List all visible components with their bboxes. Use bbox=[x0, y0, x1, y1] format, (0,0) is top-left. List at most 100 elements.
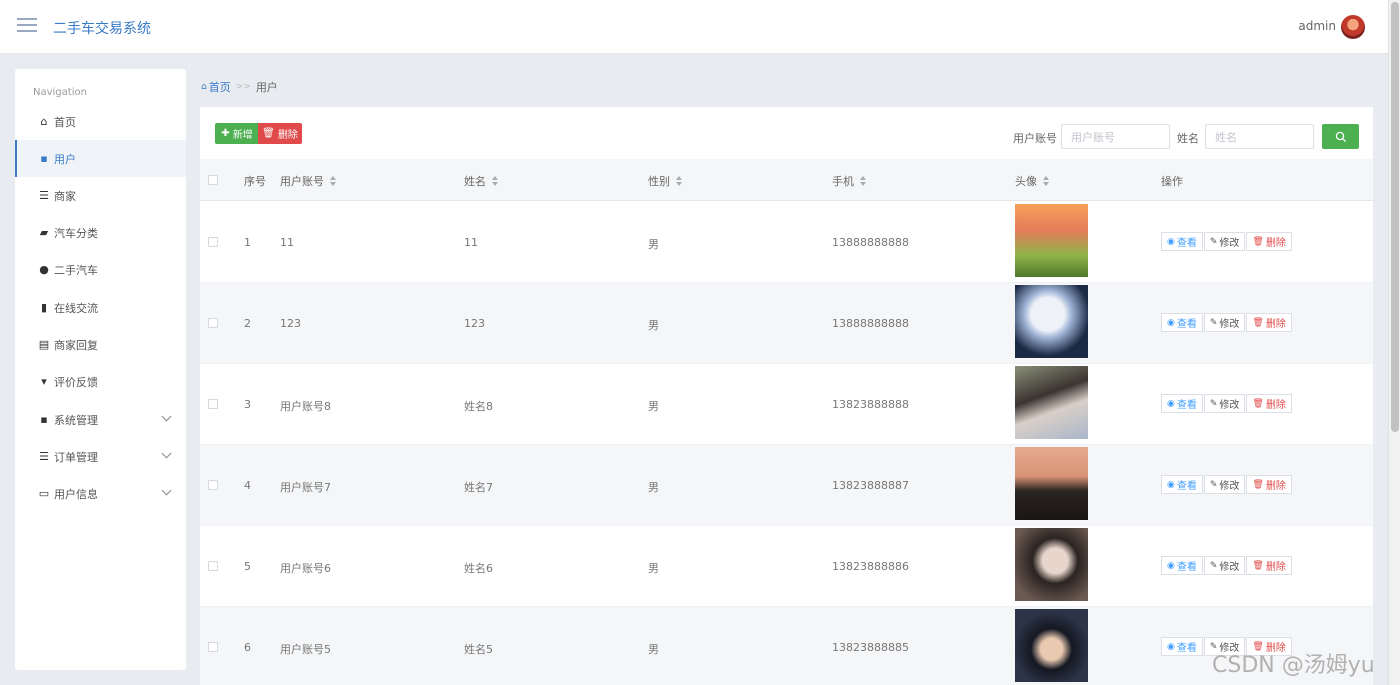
sidebar-item-home[interactable]: ⌂ 首页 bbox=[15, 103, 186, 140]
breadcrumb: ⌂ 首页 >> 用户 bbox=[201, 79, 278, 95]
sidebar-item-user-info[interactable]: ▭ 用户信息 bbox=[15, 475, 186, 512]
sidebar-item-label: 用户信息 bbox=[54, 487, 98, 501]
sidebar-item-users[interactable]: ▪ 用户 bbox=[15, 140, 186, 177]
cell-phone: 13823888886 bbox=[832, 560, 909, 573]
menu-toggle-icon[interactable] bbox=[17, 18, 37, 34]
sidebar-item-used-cars[interactable]: ● 二手汽车 bbox=[15, 251, 186, 288]
plus-icon: ✚ bbox=[221, 128, 230, 139]
sort-icon[interactable] bbox=[860, 176, 867, 186]
sidebar: Navigation ⌂ 首页 ▪ 用户 ☰ 商家 ▰ 汽车分类 ● 二手汽车 ▮ 在线交流… bbox=[15, 69, 186, 670]
page-scrollbar[interactable] bbox=[1388, 0, 1400, 685]
edit-button[interactable]: ✎ 修改 bbox=[1203, 475, 1246, 494]
cell-index: 3 bbox=[244, 398, 251, 411]
cell-gender: 男 bbox=[648, 643, 659, 656]
delete-button[interactable]: 🗑 删除 bbox=[1246, 313, 1292, 332]
column-header-phone[interactable]: 手机 bbox=[832, 173, 867, 189]
cell-phone: 13823888885 bbox=[832, 641, 909, 654]
edit-icon: ✎ bbox=[1209, 560, 1218, 571]
cell-account: 11 bbox=[280, 236, 294, 249]
cell-gender: 男 bbox=[648, 562, 659, 575]
trash-icon: 🗑 bbox=[1252, 236, 1264, 247]
name-search-input[interactable]: 姓名 bbox=[1205, 124, 1314, 149]
delete-button-label: 删除 bbox=[277, 130, 298, 141]
cell-phone: 13888888888 bbox=[832, 236, 909, 249]
cell-name: 123 bbox=[464, 317, 485, 330]
sidebar-item-label: 二手汽车 bbox=[54, 263, 98, 277]
view-button[interactable]: ◉ 查看 bbox=[1161, 394, 1203, 413]
main-card: ✚ 新增 🗑 删除 用户账号 用户账号 姓名 姓名 序号 用户账号 姓名 性别 手机… bbox=[200, 107, 1373, 685]
row-actions: ◉ 查看 ✎ 修改 🗑 删除 bbox=[1161, 232, 1293, 251]
edit-button[interactable]: ✎ 修改 bbox=[1203, 394, 1246, 413]
avatar-image bbox=[1015, 609, 1088, 682]
cell-index: 4 bbox=[244, 479, 251, 492]
wallet-icon: ▰ bbox=[39, 226, 49, 239]
table-row: 4 用户账号7 姓名7 男 13823888887 ◉ 查看 ✎ 修改 🗑 删除 bbox=[200, 445, 1373, 526]
row-actions: ◉ 查看 ✎ 修改 🗑 删除 bbox=[1161, 556, 1293, 575]
column-header-account[interactable]: 用户账号 bbox=[280, 173, 337, 189]
sidebar-item-merchants[interactable]: ☰ 商家 bbox=[15, 177, 186, 214]
cell-gender: 男 bbox=[648, 481, 659, 494]
scrollbar-thumb[interactable] bbox=[1391, 2, 1399, 432]
view-button[interactable]: ◉ 查看 bbox=[1161, 475, 1203, 494]
sidebar-item-label: 系统管理 bbox=[54, 413, 98, 427]
eye-icon: ◉ bbox=[1167, 317, 1175, 328]
column-header-avatar[interactable]: 头像 bbox=[1015, 173, 1050, 189]
sort-icon[interactable] bbox=[676, 176, 683, 186]
sidebar-item-label: 汽车分类 bbox=[54, 226, 98, 240]
watermark-text: CSDN @汤姆yu bbox=[1212, 653, 1375, 678]
cell-gender: 男 bbox=[648, 319, 659, 332]
batch-delete-button[interactable]: 🗑 删除 bbox=[258, 123, 302, 144]
row-checkbox[interactable] bbox=[208, 561, 218, 571]
eye-icon: ◉ bbox=[1167, 236, 1175, 247]
home-icon: ⌂ bbox=[40, 115, 48, 128]
view-button[interactable]: ◉ 查看 bbox=[1161, 313, 1203, 332]
user-avatar[interactable] bbox=[1341, 15, 1365, 39]
sidebar-item-merchant-reply[interactable]: ▤ 商家回复 bbox=[15, 326, 186, 363]
sort-icon[interactable] bbox=[492, 176, 499, 186]
view-button[interactable]: ◉ 查看 bbox=[1161, 556, 1203, 575]
sidebar-item-chat[interactable]: ▮ 在线交流 bbox=[15, 289, 186, 326]
delete-button[interactable]: 🗑 删除 bbox=[1246, 232, 1292, 251]
sidebar-item-feedback[interactable]: ▾ 评价反馈 bbox=[15, 363, 186, 400]
edit-button[interactable]: ✎ 修改 bbox=[1203, 556, 1246, 575]
view-button[interactable]: ◉ 查看 bbox=[1161, 232, 1203, 251]
row-checkbox[interactable] bbox=[208, 642, 218, 652]
sidebar-item-orders[interactable]: ☰ 订单管理 bbox=[15, 438, 186, 475]
breadcrumb-separator: >> bbox=[235, 82, 251, 92]
sidebar-item-label: 订单管理 bbox=[54, 450, 98, 464]
cell-account: 用户账号7 bbox=[280, 481, 331, 494]
sidebar-item-car-category[interactable]: ▰ 汽车分类 bbox=[15, 214, 186, 251]
home-icon[interactable]: ⌂ bbox=[201, 82, 207, 92]
cell-phone: 13823888888 bbox=[832, 398, 909, 411]
row-checkbox[interactable] bbox=[208, 399, 218, 409]
row-checkbox[interactable] bbox=[208, 237, 218, 247]
avatar-image bbox=[1015, 366, 1088, 439]
select-all-checkbox[interactable] bbox=[208, 175, 218, 185]
sidebar-item-label: 商家 bbox=[54, 189, 76, 203]
sort-icon[interactable] bbox=[1043, 176, 1050, 186]
breadcrumb-home[interactable]: 首页 bbox=[209, 79, 231, 95]
cell-phone: 13823888887 bbox=[832, 479, 909, 492]
eye-icon: ◉ bbox=[1167, 479, 1175, 490]
edit-icon: ✎ bbox=[1209, 398, 1218, 409]
delete-button[interactable]: 🗑 删除 bbox=[1246, 475, 1292, 494]
row-checkbox[interactable] bbox=[208, 318, 218, 328]
delete-button[interactable]: 🗑 删除 bbox=[1246, 394, 1292, 413]
edit-button[interactable]: ✎ 修改 bbox=[1203, 232, 1246, 251]
delete-button[interactable]: 🗑 删除 bbox=[1246, 556, 1292, 575]
table-row: 6 用户账号5 姓名5 男 13823888885 ◉ 查看 ✎ 修改 🗑 删除 bbox=[200, 607, 1373, 685]
column-header-gender[interactable]: 性别 bbox=[648, 173, 683, 189]
sort-icon[interactable] bbox=[330, 176, 337, 186]
edit-button[interactable]: ✎ 修改 bbox=[1203, 313, 1246, 332]
sidebar-item-system[interactable]: ▪ 系统管理 bbox=[15, 401, 186, 438]
row-checkbox[interactable] bbox=[208, 480, 218, 490]
trash-icon: 🗑 bbox=[1252, 479, 1264, 490]
table-row: 5 用户账号6 姓名6 男 13823888886 ◉ 查看 ✎ 修改 🗑 删除 bbox=[200, 526, 1373, 607]
view-button[interactable]: ◉ 查看 bbox=[1161, 637, 1203, 656]
cell-gender: 男 bbox=[648, 238, 659, 251]
search-button[interactable] bbox=[1322, 124, 1359, 149]
column-header-name[interactable]: 姓名 bbox=[464, 173, 499, 189]
account-search-input[interactable]: 用户账号 bbox=[1061, 124, 1170, 149]
admin-username[interactable]: admin bbox=[1298, 19, 1336, 33]
add-button[interactable]: ✚ 新增 bbox=[215, 123, 259, 144]
